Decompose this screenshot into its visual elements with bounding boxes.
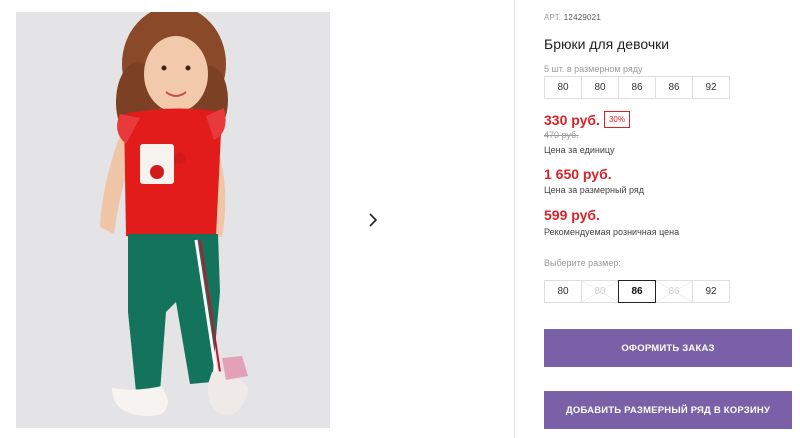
article-value: 12429021 bbox=[563, 13, 601, 22]
pack-size-cell: 86 bbox=[618, 76, 656, 99]
size-option-86-selected[interactable]: 86 bbox=[618, 280, 656, 303]
pack-note: 5 шт. в размерном ряду bbox=[544, 64, 643, 74]
size-option-92[interactable]: 92 bbox=[692, 280, 730, 303]
pack-size-cell: 86 bbox=[655, 76, 693, 99]
unit-price-row: 330 руб. 30% bbox=[544, 111, 630, 128]
article-label: АРТ. bbox=[544, 13, 562, 22]
product-gallery bbox=[0, 0, 515, 438]
pack-size-cell: 80 bbox=[544, 76, 582, 99]
panel-divider bbox=[514, 0, 515, 438]
retail-price-caption: Рекомендуемая розничная цена bbox=[544, 227, 680, 237]
discount-badge: 30% bbox=[603, 111, 630, 128]
size-option-80-unavailable: 80 bbox=[581, 280, 619, 303]
product-title: Брюки для девочки bbox=[544, 36, 670, 52]
add-pack-to-cart-button[interactable]: ДОБАВИТЬ РАЗМЕРНЫЙ РЯД В КОРЗИНУ bbox=[544, 391, 792, 429]
size-selector: 80 80 86 86 92 bbox=[544, 280, 730, 303]
size-option-80[interactable]: 80 bbox=[544, 280, 582, 303]
pack-size-cell: 92 bbox=[692, 76, 730, 99]
retail-price: 599 руб. bbox=[544, 207, 600, 223]
old-price: 470 руб. bbox=[544, 130, 579, 140]
pack-size-row: 80 80 86 86 92 bbox=[544, 76, 730, 99]
size-option-86-unavailable: 86 bbox=[655, 280, 693, 303]
choose-size-label: Выберите размер: bbox=[544, 258, 621, 268]
pack-price-caption: Цена за размерный ряд bbox=[544, 185, 645, 195]
pack-size-cell: 80 bbox=[581, 76, 619, 99]
gallery-next-button[interactable] bbox=[354, 201, 392, 239]
unit-price-caption: Цена за единицу bbox=[544, 145, 615, 155]
product-photo bbox=[16, 12, 330, 428]
chevron-right-icon bbox=[369, 213, 378, 227]
article-number: АРТ. 12429021 bbox=[544, 13, 601, 22]
unit-price: 330 руб. bbox=[544, 111, 600, 128]
place-order-button[interactable]: ОФОРМИТЬ ЗАКАЗ bbox=[544, 329, 792, 367]
product-photo-image bbox=[16, 12, 330, 428]
pack-price: 1 650 руб. bbox=[544, 166, 612, 182]
